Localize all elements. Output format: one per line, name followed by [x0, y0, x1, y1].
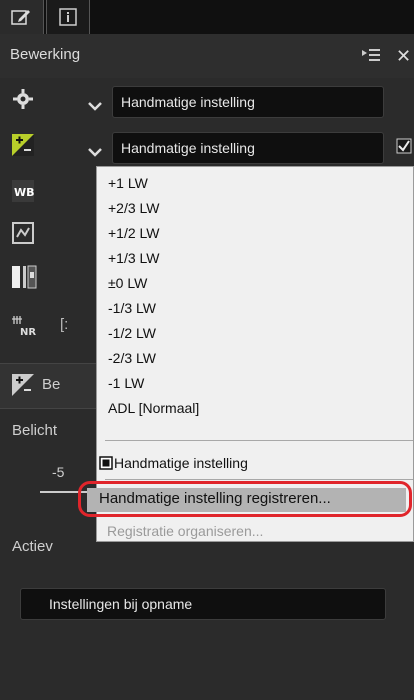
- menu-separator: [105, 479, 413, 480]
- menu-item-register[interactable]: Handmatige instelling registreren...: [87, 488, 406, 512]
- menu-item[interactable]: -1/2 LW: [108, 325, 156, 341]
- exposure-dropdown-value: Handmatige instelling: [121, 140, 255, 156]
- menu-item-manual[interactable]: Handmatige instelling: [114, 455, 248, 471]
- exposure-label: Belicht: [12, 422, 58, 439]
- chevron-down-icon[interactable]: [88, 144, 102, 157]
- tab-info[interactable]: [46, 0, 90, 34]
- exposure-icon: [12, 374, 34, 401]
- highlight-outline: Handmatige instelling registreren...: [78, 481, 412, 517]
- gear-icon: [12, 88, 38, 114]
- edit-icon: [11, 8, 31, 26]
- menu-item[interactable]: +1/2 LW: [108, 225, 160, 241]
- exposure-dropdown[interactable]: Handmatige instelling: [112, 132, 384, 164]
- exposure-icon: [12, 134, 38, 160]
- menu-item-organise: Registratie organiseren...: [107, 523, 264, 539]
- info-icon: [59, 8, 77, 26]
- panel-header: Bewerking ✕: [0, 34, 414, 79]
- svg-text:NR: NR: [20, 327, 36, 338]
- menu-item[interactable]: +1/3 LW: [108, 250, 160, 266]
- svg-text:WB: WB: [14, 186, 34, 199]
- chevron-down-icon[interactable]: [88, 98, 102, 111]
- menu-item[interactable]: ADL [Normaal]: [108, 400, 199, 416]
- picture-control-icon: [12, 222, 38, 248]
- menu-item[interactable]: -1/3 LW: [108, 300, 156, 316]
- panel-title: Bewerking: [10, 46, 81, 63]
- wb-icon: WB: [12, 180, 38, 206]
- checked-square-icon: [99, 456, 113, 473]
- section-label: Be: [42, 376, 61, 393]
- tone-icon: [12, 264, 38, 290]
- capture-settings-value: Instellingen bij opname: [49, 596, 193, 612]
- checkbox-icon[interactable]: [396, 138, 412, 159]
- menu-item[interactable]: +2/3 LW: [108, 200, 160, 216]
- exposure-value: -5: [52, 464, 65, 480]
- menu-item[interactable]: -1 LW: [108, 375, 144, 391]
- bracket-icon: [:: [60, 316, 69, 333]
- menu-item-register-label: Handmatige instelling registreren...: [99, 490, 331, 507]
- tab-edit[interactable]: [0, 0, 44, 34]
- close-icon[interactable]: ✕: [396, 46, 411, 67]
- panel-menu-icon[interactable]: [362, 48, 380, 67]
- active-label: Actiev: [12, 538, 53, 555]
- settings-dropdown[interactable]: Handmatige instelling: [112, 86, 384, 118]
- menu-item[interactable]: -2/3 LW: [108, 350, 156, 366]
- menu-item[interactable]: +1 LW: [108, 175, 148, 191]
- menu-separator: [105, 440, 413, 441]
- menu-item[interactable]: ±0 LW: [108, 275, 147, 291]
- settings-dropdown-value: Handmatige instelling: [121, 94, 255, 110]
- noise-reduction-icon: NR: [12, 314, 38, 340]
- capture-settings-dropdown[interactable]: Instellingen bij opname: [20, 588, 386, 620]
